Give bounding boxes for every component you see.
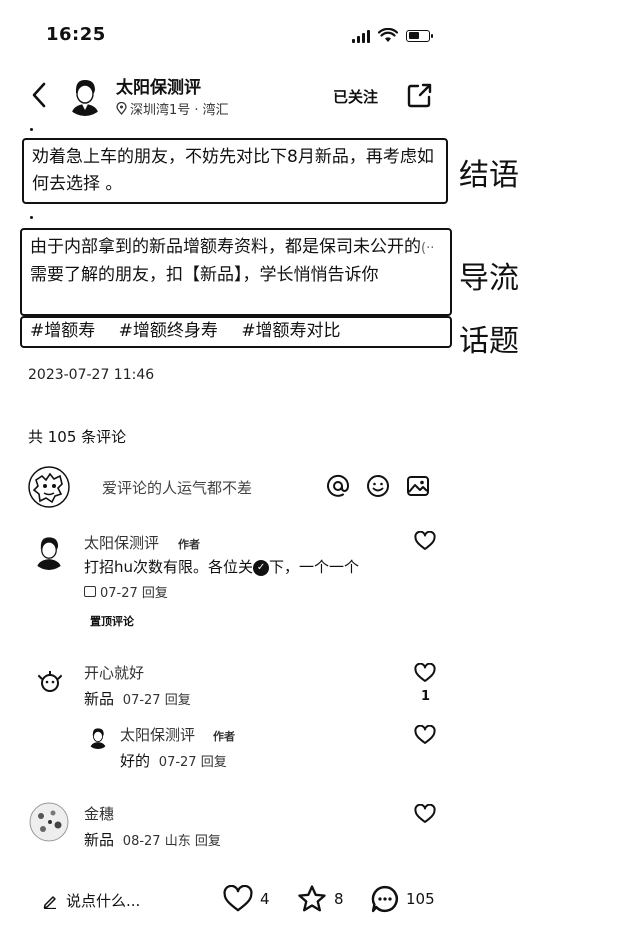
my-avatar[interactable]: [28, 466, 70, 508]
topic-tag[interactable]: #增额终身寿: [119, 321, 218, 341]
annotation-traffic: 导流: [459, 261, 519, 296]
collect-action[interactable]: 8: [296, 884, 344, 914]
reply-icon: [84, 586, 96, 597]
comment-author[interactable]: 开心就好: [84, 662, 144, 683]
traffic-line-2: 需要了解的朋友，扣【新品】，学长悄悄告诉你: [30, 265, 379, 285]
location-tag[interactable]: 深圳湾1号 · 湾汇: [116, 99, 229, 118]
back-icon[interactable]: [28, 80, 52, 110]
author-badge: 作者: [213, 730, 235, 743]
like-icon[interactable]: [414, 663, 436, 683]
status-time: 16:25: [46, 24, 106, 45]
author-avatar[interactable]: [64, 74, 106, 116]
comment-count: 共 105 条评论: [28, 428, 127, 446]
comment-avatar[interactable]: [30, 532, 68, 570]
comment-text: 打招hu次数有限。各位关 ✓ 下，一个一个: [84, 558, 360, 576]
reply-text: 好的 07-27 回复: [120, 752, 227, 770]
wifi-icon: [378, 28, 398, 42]
reply-avatar[interactable]: [86, 725, 110, 749]
star-icon: [298, 885, 326, 912]
post-date: 2023-07-27 11:46: [28, 367, 155, 383]
comments-action[interactable]: 105: [370, 884, 435, 914]
comment-text: 新品 07-27 回复: [84, 690, 191, 708]
traffic-line-1: 由于内部拿到的新品增额寿资料，都是保司未公开的(··: [30, 237, 435, 257]
like-total: 4: [260, 890, 270, 908]
conclusion-box: 劝着急上车的朋友，不妨先对比下8月新品，再考虑如何去选择 。: [22, 138, 448, 204]
comment-avatar[interactable]: [36, 669, 64, 697]
heart-icon: [223, 885, 253, 912]
comment-author[interactable]: 金穗: [84, 803, 114, 824]
like-action[interactable]: 4: [222, 885, 270, 913]
comment-entry[interactable]: 说点什么...: [42, 890, 140, 911]
image-icon[interactable]: [406, 474, 430, 498]
status-icons: [352, 28, 433, 43]
pencil-icon: [43, 895, 56, 909]
bullet-dot: [30, 128, 33, 131]
author-name[interactable]: 太阳保测评: [116, 73, 201, 98]
bullet-dot: [30, 216, 33, 219]
conclusion-text: 劝着急上车的朋友，不妨先对比下8月新品，再考虑如何去选择 。: [32, 147, 434, 194]
comment-author[interactable]: 太阳保测评: [84, 532, 159, 553]
comment-text: 新品 08-27 山东 回复: [84, 831, 221, 849]
comment-entry-label: 说点什么...: [66, 892, 141, 910]
pinned-label: 置顶评论: [90, 615, 134, 628]
share-icon[interactable]: [407, 82, 433, 108]
collect-total: 8: [334, 890, 344, 908]
comment-meta: 07-27 回复: [84, 582, 168, 601]
input-tools: [326, 474, 430, 498]
location-pin-icon: [116, 102, 127, 115]
like-count: 1: [421, 689, 431, 704]
emoji-sticker-icon: ✓: [253, 559, 270, 576]
author-badge: 作者: [178, 538, 200, 551]
topic-tag[interactable]: #增额寿: [30, 321, 95, 341]
signal-icon: [352, 29, 370, 43]
follow-button[interactable]: 已关注: [333, 86, 378, 107]
like-icon[interactable]: [414, 531, 436, 551]
comment-avatar[interactable]: [28, 801, 70, 843]
traffic-box: 由于内部拿到的新品增额寿资料，都是保司未公开的(·· 需要了解的朋友，扣【新品】…: [20, 228, 452, 316]
location-text: 深圳湾1号 · 湾汇: [130, 103, 229, 118]
mention-icon[interactable]: [326, 474, 350, 498]
topic-tag[interactable]: #增额寿对比: [241, 321, 340, 341]
annotation-topics: 话题: [459, 324, 519, 359]
battery-icon: [406, 29, 433, 42]
like-icon[interactable]: [414, 804, 436, 824]
comments-total: 105: [406, 890, 435, 908]
annotation-conclusion: 结语: [459, 158, 519, 193]
comment-input[interactable]: 爱评论的人运气都不差: [102, 477, 252, 498]
reply-author[interactable]: 太阳保测评: [120, 724, 195, 745]
like-icon[interactable]: [414, 725, 436, 745]
topics-box: #增额寿 #增额终身寿 #增额寿对比: [20, 316, 452, 348]
emoji-icon[interactable]: [366, 474, 390, 498]
comment-bubble-icon: [371, 885, 399, 913]
